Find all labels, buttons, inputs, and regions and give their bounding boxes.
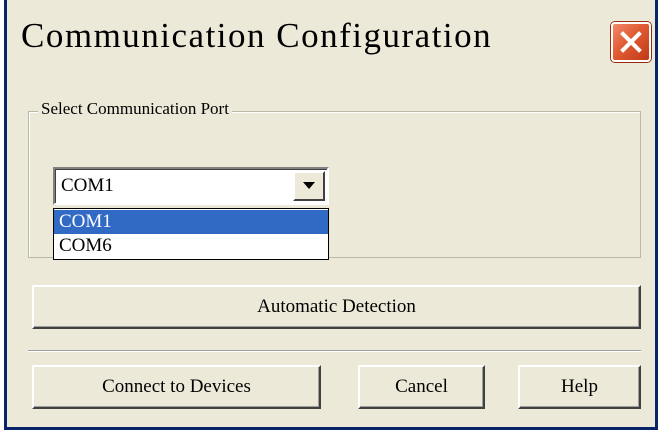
port-option-com6[interactable]: COM6 (54, 234, 328, 258)
port-select-value: COM1 (61, 175, 114, 196)
chevron-down-icon (303, 182, 315, 189)
window-title: Communication Configuration (21, 16, 493, 55)
cancel-button[interactable]: Cancel (358, 365, 485, 409)
port-dropdown-list: COM1 COM6 (53, 208, 329, 260)
automatic-detection-button[interactable]: Automatic Detection (32, 285, 641, 329)
port-option-com1[interactable]: COM1 (54, 210, 328, 234)
title-bar[interactable]: Communication Configuration (7, 0, 655, 82)
close-button[interactable] (611, 22, 651, 62)
close-icon (620, 31, 642, 53)
connect-to-devices-button[interactable]: Connect to Devices (32, 365, 321, 409)
separator (28, 350, 641, 352)
help-button[interactable]: Help (518, 365, 641, 409)
port-select-dropdown-button[interactable] (293, 171, 325, 201)
port-select[interactable]: COM1 (53, 167, 329, 205)
port-group-legend: Select Communication Port (38, 99, 232, 119)
